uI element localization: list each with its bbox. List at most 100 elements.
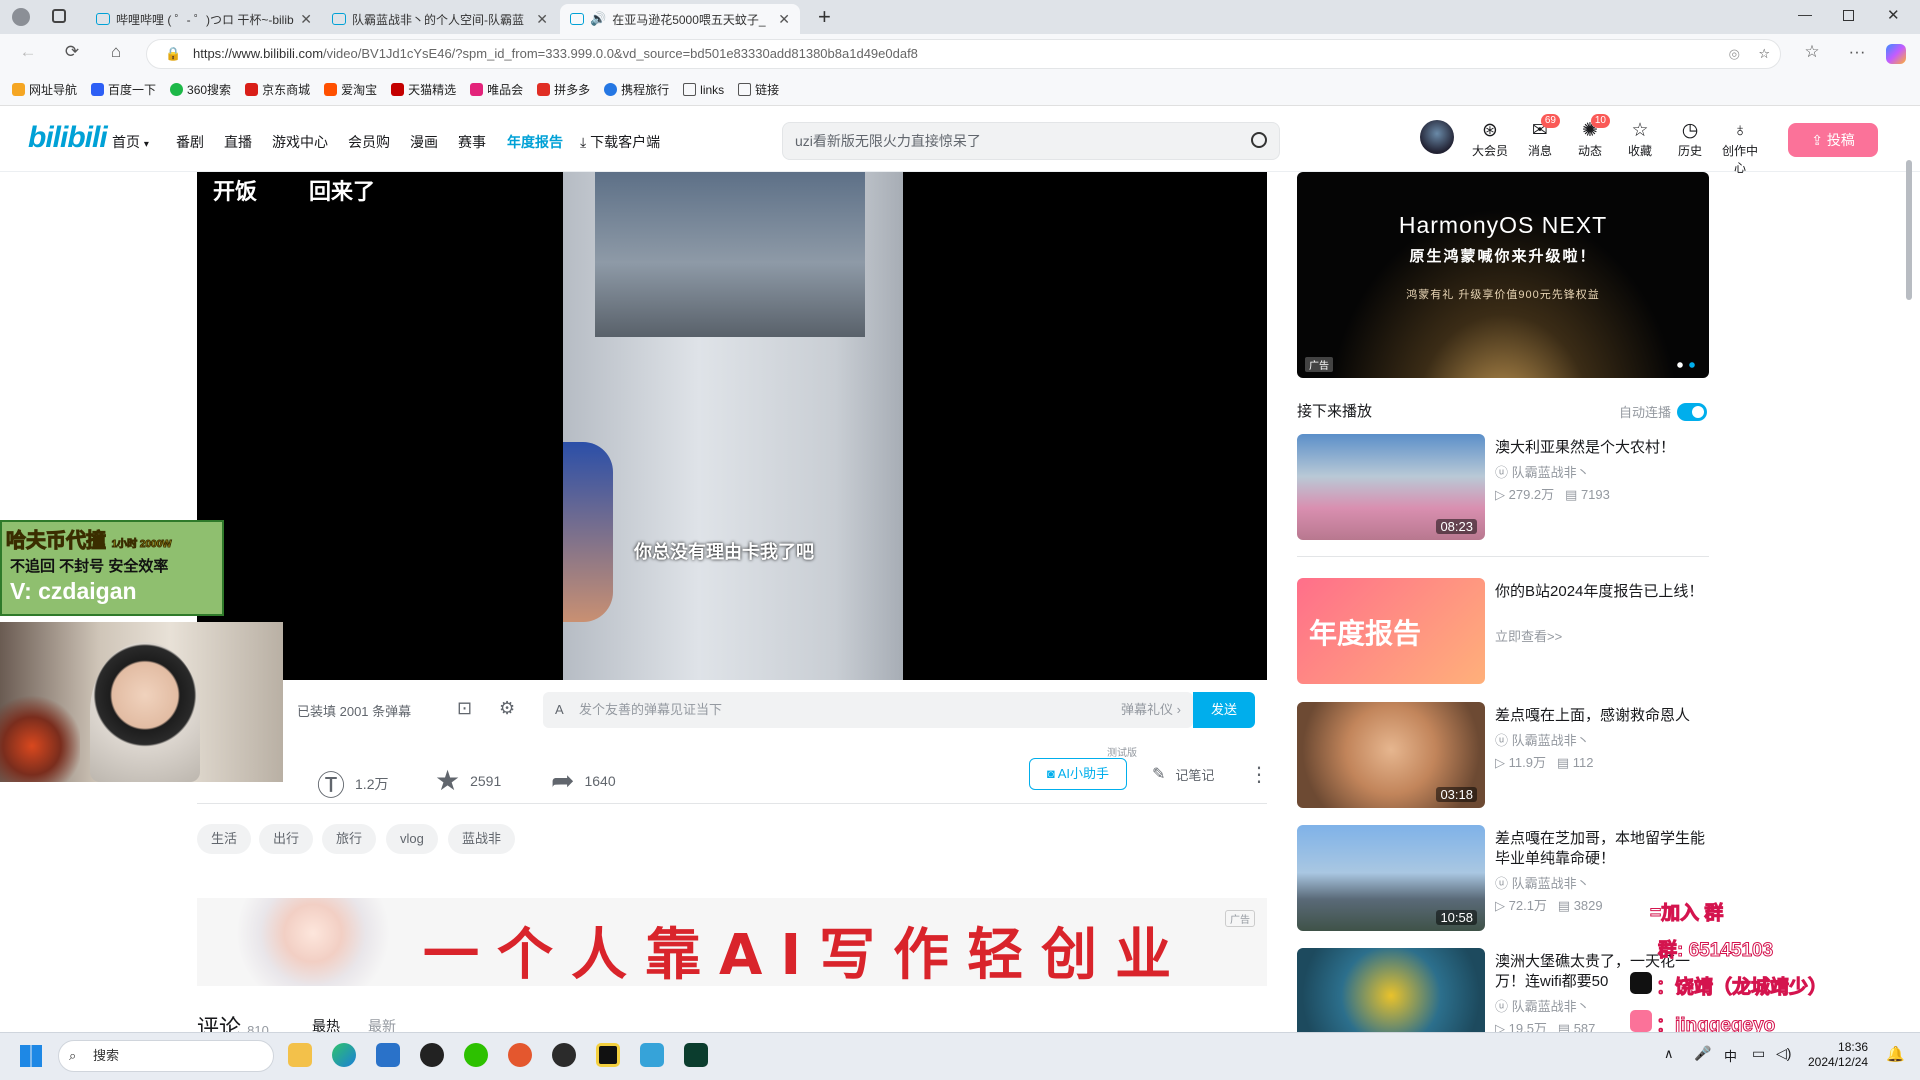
- bookmark-item[interactable]: 唯品会: [470, 81, 523, 98]
- card-title[interactable]: 差点嘎在上面，感谢救命恩人: [1495, 706, 1709, 726]
- network-icon[interactable]: ▭: [1752, 1045, 1765, 1062]
- app-icon[interactable]: [508, 1043, 532, 1067]
- restore-button[interactable]: [1843, 10, 1854, 21]
- upload-button[interactable]: ⇪ 投稿: [1788, 123, 1878, 157]
- notes-button[interactable]: ✎ 记笔记: [1152, 764, 1214, 784]
- app-icon[interactable]: [684, 1043, 708, 1067]
- home-button[interactable]: ⌂: [104, 42, 128, 62]
- bookmark-item[interactable]: 天猫精选: [391, 81, 456, 98]
- speaker-icon[interactable]: 🔊: [590, 11, 606, 27]
- close-tab-icon[interactable]: ✕: [300, 11, 312, 28]
- profile-icon[interactable]: [12, 8, 30, 26]
- more-menu-icon[interactable]: ···: [1845, 42, 1869, 62]
- card-title[interactable]: 澳大利亚果然是个大农村！: [1495, 438, 1709, 458]
- new-tab-button[interactable]: +: [818, 4, 831, 30]
- start-icon[interactable]: [20, 1045, 42, 1067]
- microphone-icon[interactable]: 🎤: [1694, 1045, 1711, 1062]
- tag-lanzhanfei[interactable]: 蓝战非: [448, 824, 516, 854]
- tab-current-video[interactable]: 🔊 在亚马逊花5000喂五天蚊子_ ✕: [560, 4, 800, 34]
- bookmark-item[interactable]: 百度一下: [91, 81, 156, 98]
- bookmark-folder[interactable]: links: [683, 83, 724, 97]
- video-thumbnail[interactable]: 10:58: [1297, 825, 1485, 931]
- obs-icon[interactable]: [552, 1043, 576, 1067]
- bookmark-folder[interactable]: 链接: [738, 81, 779, 98]
- danmaku-send-button[interactable]: 发送: [1193, 692, 1255, 728]
- search-icon[interactable]: [1251, 132, 1267, 148]
- menu-dynamics[interactable]: ✺ 10 动态: [1568, 114, 1612, 159]
- back-button[interactable]: ←: [16, 42, 40, 62]
- video-thumbnail[interactable]: [1297, 948, 1485, 1032]
- edge-browser-icon[interactable]: [332, 1043, 356, 1067]
- bookmark-item[interactable]: 360搜索: [170, 81, 231, 98]
- bookmark-item[interactable]: 携程旅行: [604, 81, 669, 98]
- nav-esports[interactable]: 赛事: [458, 132, 486, 152]
- tray-chevron-icon[interactable]: ∧: [1664, 1046, 1674, 1062]
- danmaku-etiquette-link[interactable]: 弹幕礼仪 ›: [1121, 692, 1181, 728]
- nav-game-center[interactable]: 游戏中心: [272, 132, 328, 152]
- nav-manga[interactable]: 漫画: [410, 132, 438, 152]
- favorites-icon[interactable]: ☆: [1800, 42, 1824, 62]
- url-field[interactable]: 🔒 https://www.bilibili.com/video/BV1Jd1c…: [146, 39, 1781, 69]
- ime-indicator[interactable]: 中: [1724, 1046, 1737, 1065]
- recommend-card[interactable]: 03:18 差点嘎在上面，感谢救命恩人 ⓤ 队霸蓝战非丶 ▷ 11.9万 ▤ 1…: [1297, 702, 1709, 810]
- card-uploader[interactable]: ⓤ 队霸蓝战非丶: [1495, 462, 1590, 481]
- app-icon[interactable]: [596, 1043, 620, 1067]
- volume-icon[interactable]: ◁): [1776, 1045, 1791, 1062]
- card-title[interactable]: 差点嘎在芝加哥，本地留学生能毕业单纯靠命硬！: [1495, 829, 1709, 869]
- tab-bilibili-home[interactable]: 哔哩哔哩 ( ゜- ゜)つロ 干杯~-bilib ✕: [86, 4, 322, 34]
- read-aloud-icon[interactable]: ◎: [1729, 40, 1740, 68]
- sidebar-ad-harmonyos[interactable]: HarmonyOS NEXT 原生鸿蒙喊你来升级啦！ 鸿蒙有礼 升级享价值900…: [1297, 172, 1709, 378]
- page-scrollbar[interactable]: [1906, 160, 1912, 300]
- menu-history[interactable]: ◷ 历史: [1668, 120, 1712, 159]
- video-thumbnail[interactable]: 08:23: [1297, 434, 1485, 540]
- video-player[interactable]: 开饭 回来了 你总没有理由卡我了吧: [197, 172, 1267, 680]
- close-tab-icon[interactable]: ✕: [778, 11, 790, 28]
- bilibili-logo[interactable]: bilibili: [28, 121, 108, 155]
- tab-user-space[interactable]: 队霸蓝战非丶的个人空间-队霸蓝 ✕: [322, 4, 558, 34]
- share-button[interactable]: ➦ 1640: [551, 764, 616, 797]
- annual-report-thumbnail[interactable]: 年度报告: [1297, 578, 1485, 684]
- favorite-star-icon[interactable]: ☆: [1758, 40, 1770, 68]
- recommend-card[interactable]: 08:23 澳大利亚果然是个大农村！ ⓤ 队霸蓝战非丶 ▷ 279.2万 ▤ 7…: [1297, 434, 1709, 542]
- video-thumbnail[interactable]: 03:18: [1297, 702, 1485, 808]
- danmaku-settings-icon[interactable]: ⚙: [499, 698, 515, 719]
- menu-creator-center[interactable]: ♁ 创作中心: [1718, 120, 1762, 176]
- tag-travel-out[interactable]: 出行: [259, 824, 314, 854]
- wechat-icon[interactable]: [464, 1043, 488, 1067]
- ai-assistant-button[interactable]: ◙ AI小助手: [1029, 758, 1127, 790]
- recommend-card[interactable]: 年度报告 你的B站2024年度报告已上线！ 立即查看>>: [1297, 578, 1709, 686]
- notification-bell-icon[interactable]: 🔔: [1886, 1045, 1905, 1063]
- close-window-button[interactable]: ✕: [1887, 6, 1900, 24]
- danmaku-input[interactable]: A 发个友善的弹幕见证当下 弹幕礼仪 ›: [543, 692, 1193, 728]
- store-icon[interactable]: [376, 1043, 400, 1067]
- tab-actions-icon[interactable]: [52, 9, 66, 23]
- copilot-icon[interactable]: [1886, 44, 1906, 64]
- ad-banner[interactable]: 一个人靠AI写作轻创业 广告: [197, 898, 1267, 986]
- bookmark-item[interactable]: 爱淘宝: [324, 81, 377, 98]
- nav-home[interactable]: 首页 ▾: [112, 132, 149, 152]
- card-uploader[interactable]: ⓤ 队霸蓝战非丶: [1495, 730, 1590, 749]
- coin-button[interactable]: Ⓣ 1.2万: [317, 764, 388, 804]
- minimize-button[interactable]: —: [1798, 6, 1812, 22]
- file-explorer-icon[interactable]: [288, 1043, 312, 1067]
- card-uploader[interactable]: ⓤ 队霸蓝战非丶: [1495, 873, 1590, 892]
- view-now-link[interactable]: 立即查看>>: [1495, 626, 1562, 645]
- notepad-icon[interactable]: [640, 1043, 664, 1067]
- reload-button[interactable]: ⟳: [60, 42, 84, 62]
- system-clock[interactable]: 18:36 2024/12/24: [1808, 1040, 1868, 1070]
- bookmark-item[interactable]: 网址导航: [12, 81, 77, 98]
- nav-download-client[interactable]: ⤓ 下载客户端: [580, 132, 660, 152]
- avatar[interactable]: [1420, 120, 1454, 154]
- danmaku-toggle-icon[interactable]: ⊡: [457, 698, 472, 719]
- more-options-icon[interactable]: ⋮: [1249, 762, 1269, 787]
- tag-life[interactable]: 生活: [197, 824, 252, 854]
- tag-vlog[interactable]: vlog: [386, 824, 438, 854]
- close-tab-icon[interactable]: ✕: [536, 11, 548, 28]
- menu-favorites[interactable]: ☆ 收藏: [1618, 120, 1662, 159]
- search-input[interactable]: uzi看新版无限火力直接惊呆了: [782, 122, 1280, 160]
- qq-icon[interactable]: [420, 1043, 444, 1067]
- taskbar-search[interactable]: ⌕ 搜索: [58, 1040, 274, 1072]
- recommend-card[interactable]: 10:58 差点嘎在芝加哥，本地留学生能毕业单纯靠命硬！ ⓤ 队霸蓝战非丶 ▷ …: [1297, 825, 1709, 933]
- danmaku-style-icon[interactable]: A: [555, 692, 564, 728]
- autoplay-toggle[interactable]: 自动连播: [1619, 402, 1708, 421]
